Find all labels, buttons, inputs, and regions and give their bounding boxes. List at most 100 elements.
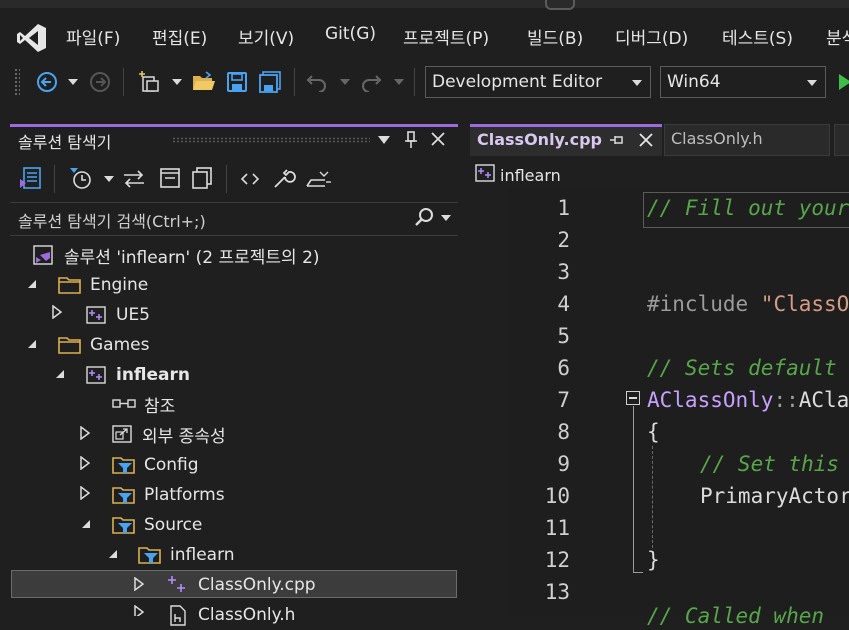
tree-item-label: Games xyxy=(90,335,150,355)
tree-item-source-filter[interactable]: Source xyxy=(112,510,202,540)
sync-with-active-document-icon[interactable] xyxy=(122,169,146,189)
collapsed-chevron-icon[interactable] xyxy=(80,426,90,440)
collapsed-chevron-icon[interactable] xyxy=(80,456,90,470)
redo-icon[interactable] xyxy=(358,69,384,95)
expanded-chevron-icon[interactable] xyxy=(27,279,37,289)
tree-item-external-dependencies[interactable]: 외부 종속성 xyxy=(112,419,226,449)
new-project-icon[interactable] xyxy=(136,69,164,95)
tree-item-inflearn-filter[interactable]: inflearn xyxy=(138,540,235,570)
tab-label: ClassOnly.cpp xyxy=(477,130,602,149)
menu-build[interactable]: 빌드(B) xyxy=(527,24,583,49)
menu-git[interactable]: Git(G) xyxy=(325,24,376,44)
view-code-icon[interactable] xyxy=(240,170,260,188)
expanded-chevron-icon[interactable] xyxy=(27,339,37,349)
tree-item-games-folder[interactable]: Games xyxy=(58,330,149,360)
references-icon xyxy=(112,399,136,408)
menu-edit[interactable]: 편집(E) xyxy=(152,24,207,49)
scope-operator-token: :: xyxy=(773,388,799,412)
panel-drag-grip[interactable] xyxy=(172,137,370,143)
line-number: 1 xyxy=(557,196,570,220)
menu-view[interactable]: 보기(V) xyxy=(238,24,294,49)
tree-item-classonly-h[interactable]: ClassOnly.h xyxy=(166,600,295,630)
open-folder-icon[interactable] xyxy=(190,69,218,95)
tab-pin-icon[interactable] xyxy=(609,133,625,147)
search-icon[interactable] xyxy=(414,207,436,229)
new-project-dropdown-chevron-down-icon[interactable] xyxy=(170,69,184,95)
tree-item-references[interactable]: 참조 xyxy=(112,389,175,419)
outline-region-end xyxy=(633,572,643,573)
collapse-all-icon[interactable] xyxy=(158,166,182,190)
save-all-icon[interactable] xyxy=(257,69,283,95)
tree-item-config-filter[interactable]: Config xyxy=(112,450,199,480)
collapsed-chevron-icon[interactable] xyxy=(80,486,90,500)
tree-item-classonly-cpp[interactable]: ClassOnly.cpp xyxy=(166,570,316,600)
collapsed-chevron-icon[interactable] xyxy=(134,605,144,616)
visual-studio-logo-icon[interactable] xyxy=(16,22,48,54)
menu-file[interactable]: 파일(F) xyxy=(66,24,120,49)
tree-item-inflearn-project[interactable]: inflearn xyxy=(86,360,190,390)
pin-icon[interactable] xyxy=(404,131,418,149)
collapsed-chevron-icon[interactable] xyxy=(52,305,62,319)
switch-views-icon[interactable] xyxy=(18,166,44,192)
tree-item-label: Config xyxy=(144,455,199,475)
toolbar-divider xyxy=(123,68,124,96)
collapsed-chevron-icon[interactable] xyxy=(134,577,144,591)
chevron-down-icon xyxy=(632,80,642,86)
navigate-back-icon[interactable] xyxy=(34,69,60,95)
solution-explorer-title: 솔루션 탐색기 xyxy=(18,133,112,152)
cpp-project-icon xyxy=(86,306,106,324)
show-all-files-icon[interactable] xyxy=(190,166,214,190)
tree-item-label: inflearn xyxy=(170,545,235,565)
redo-dropdown-chevron-down-icon[interactable] xyxy=(392,69,406,95)
line-number: 4 xyxy=(557,292,570,316)
header-file-icon xyxy=(170,605,186,626)
code-line-10: PrimaryActorT xyxy=(700,484,849,508)
solution-configuration-select[interactable]: Development Editor xyxy=(425,66,651,98)
preview-selected-items-icon[interactable] xyxy=(306,168,332,190)
panel-options-chevron-down-icon[interactable] xyxy=(378,136,390,144)
chevron-down-icon xyxy=(807,80,817,86)
tree-item-label: 참조 xyxy=(144,396,176,417)
navigate-forward-icon[interactable] xyxy=(88,69,112,95)
indent-guide xyxy=(652,446,653,548)
undo-icon[interactable] xyxy=(304,69,330,95)
tree-item-solution[interactable]: 솔루션 'inflearn' (2 프로젝트의 2) xyxy=(32,240,320,270)
panel-splitter[interactable] xyxy=(458,102,470,616)
expanded-chevron-icon[interactable] xyxy=(55,369,65,379)
back-dropdown-chevron-down-icon[interactable] xyxy=(66,69,80,95)
tree-item-ue5-project[interactable]: UE5 xyxy=(86,300,150,330)
tree-item-label: Engine xyxy=(90,275,149,295)
tree-item-label: ClassOnly.h xyxy=(198,605,296,625)
menu-analyze[interactable]: 분석 xyxy=(826,24,849,49)
folder-icon xyxy=(58,277,81,294)
menu-project[interactable]: 프로젝트(P) xyxy=(403,24,489,49)
expanded-chevron-icon[interactable] xyxy=(108,549,118,559)
expanded-chevron-icon[interactable] xyxy=(81,519,91,529)
tree-item-platforms-filter[interactable]: Platforms xyxy=(112,480,225,510)
toolbar-grip[interactable] xyxy=(14,68,20,96)
filter-dropdown-chevron-down-icon[interactable] xyxy=(104,176,114,182)
tab-overflow[interactable] xyxy=(834,124,849,156)
save-icon[interactable] xyxy=(224,69,250,95)
tree-item-label: Source xyxy=(144,515,203,535)
toolbar-divider xyxy=(294,68,295,96)
menu-debug[interactable]: 디버그(D) xyxy=(615,24,688,49)
collapse-region-icon[interactable] xyxy=(626,391,640,405)
external-dependencies-icon xyxy=(112,425,132,443)
cpp-project-icon xyxy=(475,163,497,183)
search-placeholder: 솔루션 탐색기 검색(Ctrl+;) xyxy=(18,212,206,231)
tab-close-icon[interactable] xyxy=(638,132,654,148)
solution-platform-select[interactable]: Win64 xyxy=(660,66,826,98)
search-options-chevron-down-icon[interactable] xyxy=(441,215,451,221)
tree-item-engine-folder[interactable]: Engine xyxy=(58,270,148,300)
properties-wrench-icon[interactable] xyxy=(272,166,296,190)
menu-test[interactable]: 테스트(S) xyxy=(722,24,793,49)
tree-item-label: Platforms xyxy=(144,485,225,505)
pending-changes-filter-icon[interactable] xyxy=(68,166,94,192)
undo-dropdown-chevron-down-icon[interactable] xyxy=(338,69,352,95)
close-panel-icon[interactable] xyxy=(430,131,446,147)
panel-focus-indicator xyxy=(10,124,458,127)
start-debugging-play-icon[interactable] xyxy=(836,69,849,95)
toolbar-divider xyxy=(226,165,227,193)
line-number: 6 xyxy=(557,356,570,380)
